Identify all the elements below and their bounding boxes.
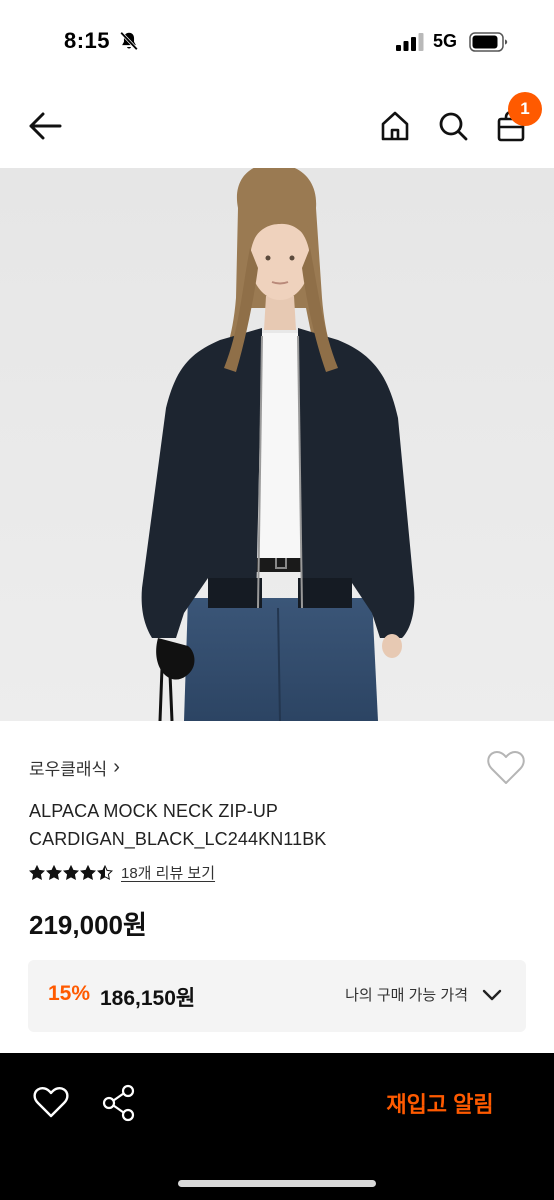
home-icon xyxy=(381,111,409,141)
heart-outline-icon xyxy=(487,750,525,784)
bottom-action-bar: 재입고 알림 xyxy=(0,1053,554,1200)
rating-row: 18개 리뷰 보기 xyxy=(29,862,215,883)
signal-icon xyxy=(396,33,424,51)
arrow-left-icon xyxy=(29,112,62,140)
search-icon xyxy=(439,112,468,141)
network-label: 5G xyxy=(433,31,458,51)
chevron-right-icon: › xyxy=(113,756,120,778)
discount-panel: 15% 186,150원 나의 구매 가능 가격 xyxy=(28,960,526,1032)
star-icon xyxy=(63,864,79,880)
wishlist-button[interactable] xyxy=(486,749,526,787)
star-icon xyxy=(46,864,62,880)
chevron-down-icon xyxy=(482,989,502,1000)
rating-stars xyxy=(29,864,113,881)
heart-icon xyxy=(33,1086,69,1118)
bell-slash-icon xyxy=(120,31,138,51)
brand-link[interactable]: 로우클래식 › xyxy=(29,755,120,780)
restock-alert-button[interactable]: 재입고 알림 xyxy=(366,1085,514,1121)
share-icon xyxy=(102,1084,135,1122)
my-price-label: 나의 구매 가능 가격 xyxy=(345,987,468,1004)
cart-count-badge: 1 xyxy=(508,92,542,126)
status-bar: 8:15 5G xyxy=(0,0,554,84)
product-price: 219,000원 xyxy=(29,910,147,940)
share-button[interactable] xyxy=(100,1083,138,1123)
discount-price: 186,150원 xyxy=(100,987,196,1010)
bottom-wishlist-button[interactable] xyxy=(32,1085,70,1121)
star-icon xyxy=(29,864,45,880)
back-button[interactable] xyxy=(22,104,68,148)
home-indicator xyxy=(178,1180,376,1187)
my-price-toggle[interactable]: 나의 구매 가능 가격 xyxy=(345,984,502,1005)
product-title: ALPACA MOCK NECK ZIP-UP CARDIGAN_BLACK_L… xyxy=(29,801,327,849)
star-icon xyxy=(80,864,96,880)
home-button[interactable] xyxy=(374,104,416,148)
battery-icon xyxy=(469,32,508,52)
star-icon xyxy=(97,864,113,880)
top-nav-bar xyxy=(0,84,554,168)
product-photo[interactable] xyxy=(0,168,554,721)
brand-name: 로우클래식 xyxy=(29,760,108,779)
review-link[interactable]: 18개 리뷰 보기 xyxy=(121,862,215,883)
search-button[interactable] xyxy=(432,104,474,148)
discount-rate: 15% xyxy=(48,982,91,1005)
status-time: 8:15 xyxy=(64,28,111,53)
product-photo-illustration xyxy=(0,168,554,721)
